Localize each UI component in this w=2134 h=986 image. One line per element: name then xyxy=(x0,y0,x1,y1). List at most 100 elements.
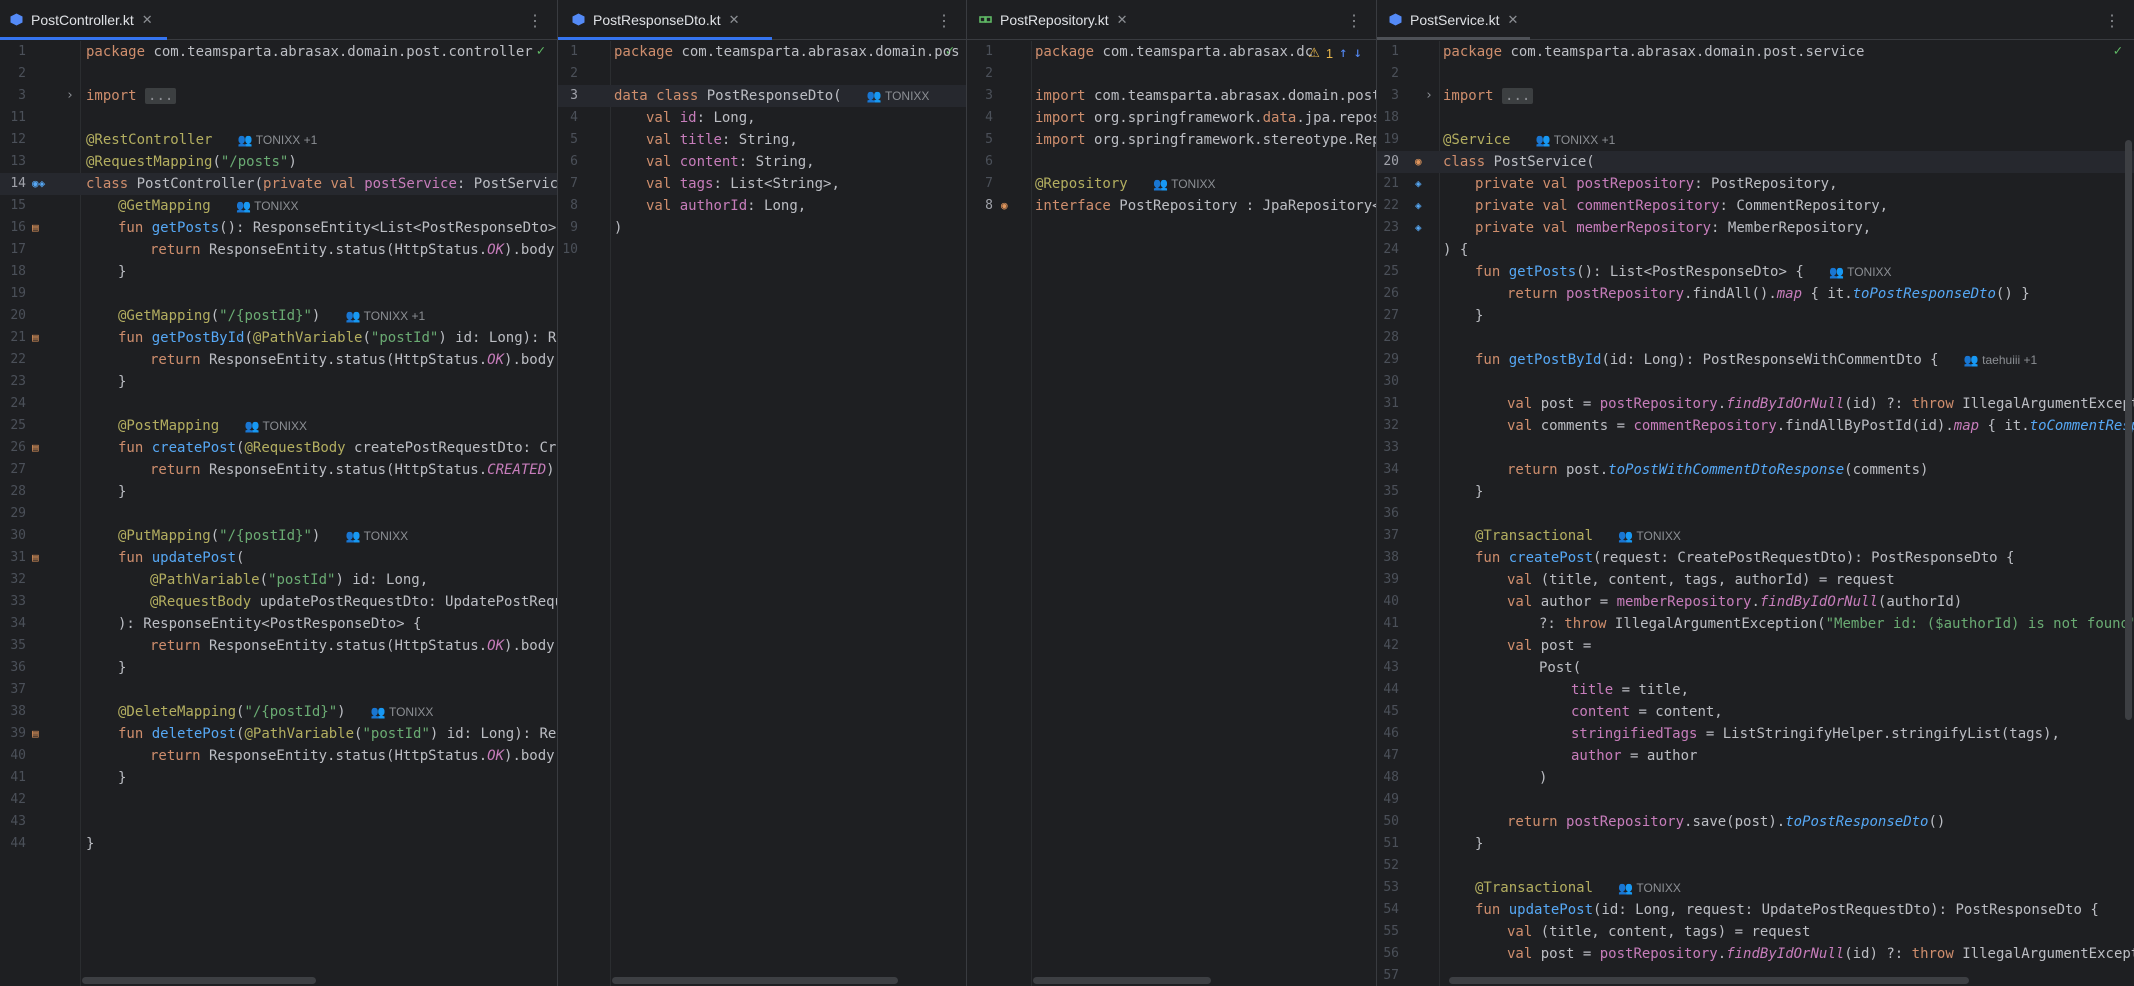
code-line[interactable]: 1 package com.teamsparta.abrasax.domain.p… xyxy=(558,41,966,63)
code-line[interactable]: 35 return ResponseEntity.status(HttpStatu… xyxy=(0,635,557,657)
gutter-marker-icon[interactable]: ▤ xyxy=(32,547,39,569)
code-line[interactable]: 28 xyxy=(1377,327,2134,349)
tab-post-repository[interactable]: PostRepository.kt ✕ xyxy=(967,0,1140,40)
gutter-marker-icon[interactable]: ◈ xyxy=(1415,195,1422,217)
code-line[interactable]: 25 fun getPosts(): List<PostResponseDto> … xyxy=(1377,261,2134,283)
code-line[interactable]: 42 xyxy=(0,789,557,811)
close-icon[interactable]: ✕ xyxy=(1117,12,1128,28)
code-line[interactable]: 28} xyxy=(0,481,557,503)
code-editor[interactable]: 1 package com.teamsparta.abrasax.domain.p… xyxy=(0,41,557,986)
code-line[interactable]: 1 package com.teamsparta.abrasax.domain.p… xyxy=(1377,41,2134,63)
code-line[interactable]: 24 xyxy=(0,393,557,415)
code-editor[interactable]: 1 package com.teamsparta.abrasax.dc 2 3 impo… xyxy=(967,41,1376,986)
code-line[interactable]: 8 ◉ interface PostRepository : JpaReposito… xyxy=(967,195,1376,217)
code-line[interactable]: 8 val authorId: Long, xyxy=(558,195,966,217)
code-line[interactable]: 53 @Transactional 👥 TONIXX xyxy=(1377,877,2134,899)
gutter-marker-icon[interactable]: ◉ xyxy=(1415,151,1422,173)
close-icon[interactable]: ✕ xyxy=(729,12,740,28)
horizontal-scrollbar[interactable] xyxy=(1449,977,1969,984)
code-line[interactable]: 55 val (title, content, tags) = request xyxy=(1377,921,2134,943)
code-line[interactable]: 2 xyxy=(558,63,966,85)
code-line[interactable]: 26 return postRepository.findAll().map { … xyxy=(1377,283,2134,305)
code-line[interactable]: 46 stringifiedTags = ListStringifyHelper.… xyxy=(1377,723,2134,745)
code-line[interactable]: 38 fun createPost(request: CreatePostRequ… xyxy=(1377,547,2134,569)
code-line[interactable]: 23} xyxy=(0,371,557,393)
code-line[interactable]: 2 xyxy=(1377,63,2134,85)
code-line[interactable]: 29 fun getPostById(id: Long): PostRespons… xyxy=(1377,349,2134,371)
code-line[interactable]: 36} xyxy=(0,657,557,679)
code-line[interactable]: 3 data class PostResponseDto( 👥 TONIXX xyxy=(558,85,966,107)
code-line[interactable]: 51} xyxy=(1377,833,2134,855)
code-line[interactable]: 49 xyxy=(1377,789,2134,811)
code-line[interactable]: 4 val id: Long, xyxy=(558,107,966,129)
code-line[interactable]: 22 ◈ private val commentRepository: Commen… xyxy=(1377,195,2134,217)
code-line[interactable]: 35} xyxy=(1377,481,2134,503)
code-line[interactable]: 44} xyxy=(0,833,557,855)
more-options-icon[interactable]: ⋮ xyxy=(936,11,952,31)
code-line[interactable]: 42 val post = xyxy=(1377,635,2134,657)
gutter-marker-icon[interactable]: ▤ xyxy=(32,723,39,745)
code-line[interactable]: 22 return ResponseEntity.status(HttpStatu… xyxy=(0,349,557,371)
code-line[interactable]: 50 return postRepository.save(post).toPos… xyxy=(1377,811,2134,833)
code-line[interactable]: 2 xyxy=(0,63,557,85)
code-line[interactable]: 30 @PutMapping("/{postId}") 👥 TONIXX xyxy=(0,525,557,547)
code-line[interactable]: 20 @GetMapping("/{postId}") 👥 TONIXX +1 xyxy=(0,305,557,327)
code-line[interactable]: 24) { xyxy=(1377,239,2134,261)
code-line[interactable]: 20 ◉ class PostService( xyxy=(1377,151,2134,173)
code-line[interactable]: 1 package com.teamsparta.abrasax.domain.p… xyxy=(0,41,557,63)
gutter-marker-icon[interactable]: ▤ xyxy=(32,327,39,349)
code-line[interactable]: 21 ◈ private val postRepository: PostRepos… xyxy=(1377,173,2134,195)
code-line[interactable]: 32 val comments = commentRepository.findA… xyxy=(1377,415,2134,437)
code-line[interactable]: 37 @Transactional 👥 TONIXX xyxy=(1377,525,2134,547)
code-line[interactable]: 2 xyxy=(967,63,1376,85)
close-icon[interactable]: ✕ xyxy=(1507,12,1518,28)
code-line[interactable]: 27} xyxy=(1377,305,2134,327)
code-line[interactable]: 38 @DeleteMapping("/{postId}") 👥 TONIXX xyxy=(0,701,557,723)
code-line[interactable]: 40 return ResponseEntity.status(HttpStatu… xyxy=(0,745,557,767)
code-line[interactable]: 29 xyxy=(0,503,557,525)
tab-post-controller[interactable]: PostController.kt ✕ xyxy=(0,0,167,40)
code-line[interactable]: 7 val tags: List<String>, xyxy=(558,173,966,195)
code-line[interactable]: 37 xyxy=(0,679,557,701)
code-line[interactable]: 27 return ResponseEntity.status(HttpStatu… xyxy=(0,459,557,481)
gutter-marker-icon[interactable]: ◉ xyxy=(1001,195,1008,217)
code-line[interactable]: 44 title = title, xyxy=(1377,679,2134,701)
code-line[interactable]: 33 @RequestBody updatePostRequestDto: Upd… xyxy=(0,591,557,613)
gutter-marker-icon[interactable]: ▤ xyxy=(32,437,39,459)
code-line[interactable]: 47 author = author xyxy=(1377,745,2134,767)
code-line[interactable]: 3 › import ... xyxy=(1377,85,2134,107)
code-line[interactable]: 3 import com.teamsparta.abrasax.domain.po… xyxy=(967,85,1376,107)
code-editor[interactable]: 1 package com.teamsparta.abrasax.domain.p… xyxy=(558,41,966,986)
code-line[interactable]: 48) xyxy=(1377,767,2134,789)
code-line[interactable]: 14 ◉◈ class PostController(private val pos… xyxy=(0,173,557,195)
code-editor[interactable]: 1 package com.teamsparta.abrasax.domain.p… xyxy=(1377,41,2134,986)
code-line[interactable]: 45 content = content, xyxy=(1377,701,2134,723)
code-line[interactable]: 15 @GetMapping 👥 TONIXX xyxy=(0,195,557,217)
code-line[interactable]: 7 @Repository 👥 TONIXX xyxy=(967,173,1376,195)
fold-chevron-icon[interactable]: › xyxy=(66,85,74,107)
code-line[interactable]: 41 ?: throw IllegalArgumentException("Mem… xyxy=(1377,613,2134,635)
code-line[interactable]: 3 › import ... xyxy=(0,85,557,107)
code-line[interactable]: 21 ▤ fun getPostById(@PathVariable("postId… xyxy=(0,327,557,349)
code-line[interactable]: 16 ▤ fun getPosts(): ResponseEntity<List<P… xyxy=(0,217,557,239)
horizontal-scrollbar[interactable] xyxy=(612,977,898,984)
code-line[interactable]: 41} xyxy=(0,767,557,789)
code-line[interactable]: 6 xyxy=(967,151,1376,173)
gutter-marker-icon[interactable]: ◉◈ xyxy=(32,173,45,195)
code-line[interactable]: 17 return ResponseEntity.status(HttpStatu… xyxy=(0,239,557,261)
code-line[interactable]: 34 return post.toPostWithCommentDtoRespon… xyxy=(1377,459,2134,481)
code-line[interactable]: 40 val author = memberRepository.findById… xyxy=(1377,591,2134,613)
gutter-marker-icon[interactable]: ▤ xyxy=(32,217,39,239)
tab-post-response-dto[interactable]: PostResponseDto.kt ✕ xyxy=(558,0,772,40)
code-line[interactable]: 11 xyxy=(0,107,557,129)
more-options-icon[interactable]: ⋮ xyxy=(1346,11,1362,31)
code-line[interactable]: 9) xyxy=(558,217,966,239)
code-line[interactable]: 10 xyxy=(558,239,966,261)
code-line[interactable]: 12 @RestController 👥 TONIXX +1 xyxy=(0,129,557,151)
code-line[interactable]: 31 val post = postRepository.findByIdOrNu… xyxy=(1377,393,2134,415)
more-options-icon[interactable]: ⋮ xyxy=(527,11,543,31)
gutter-marker-icon[interactable]: ◈ xyxy=(1415,173,1422,195)
code-line[interactable]: 18} xyxy=(0,261,557,283)
code-line[interactable]: 39 ▤ fun deletePost(@PathVariable("postId"… xyxy=(0,723,557,745)
code-line[interactable]: 6 val content: String, xyxy=(558,151,966,173)
